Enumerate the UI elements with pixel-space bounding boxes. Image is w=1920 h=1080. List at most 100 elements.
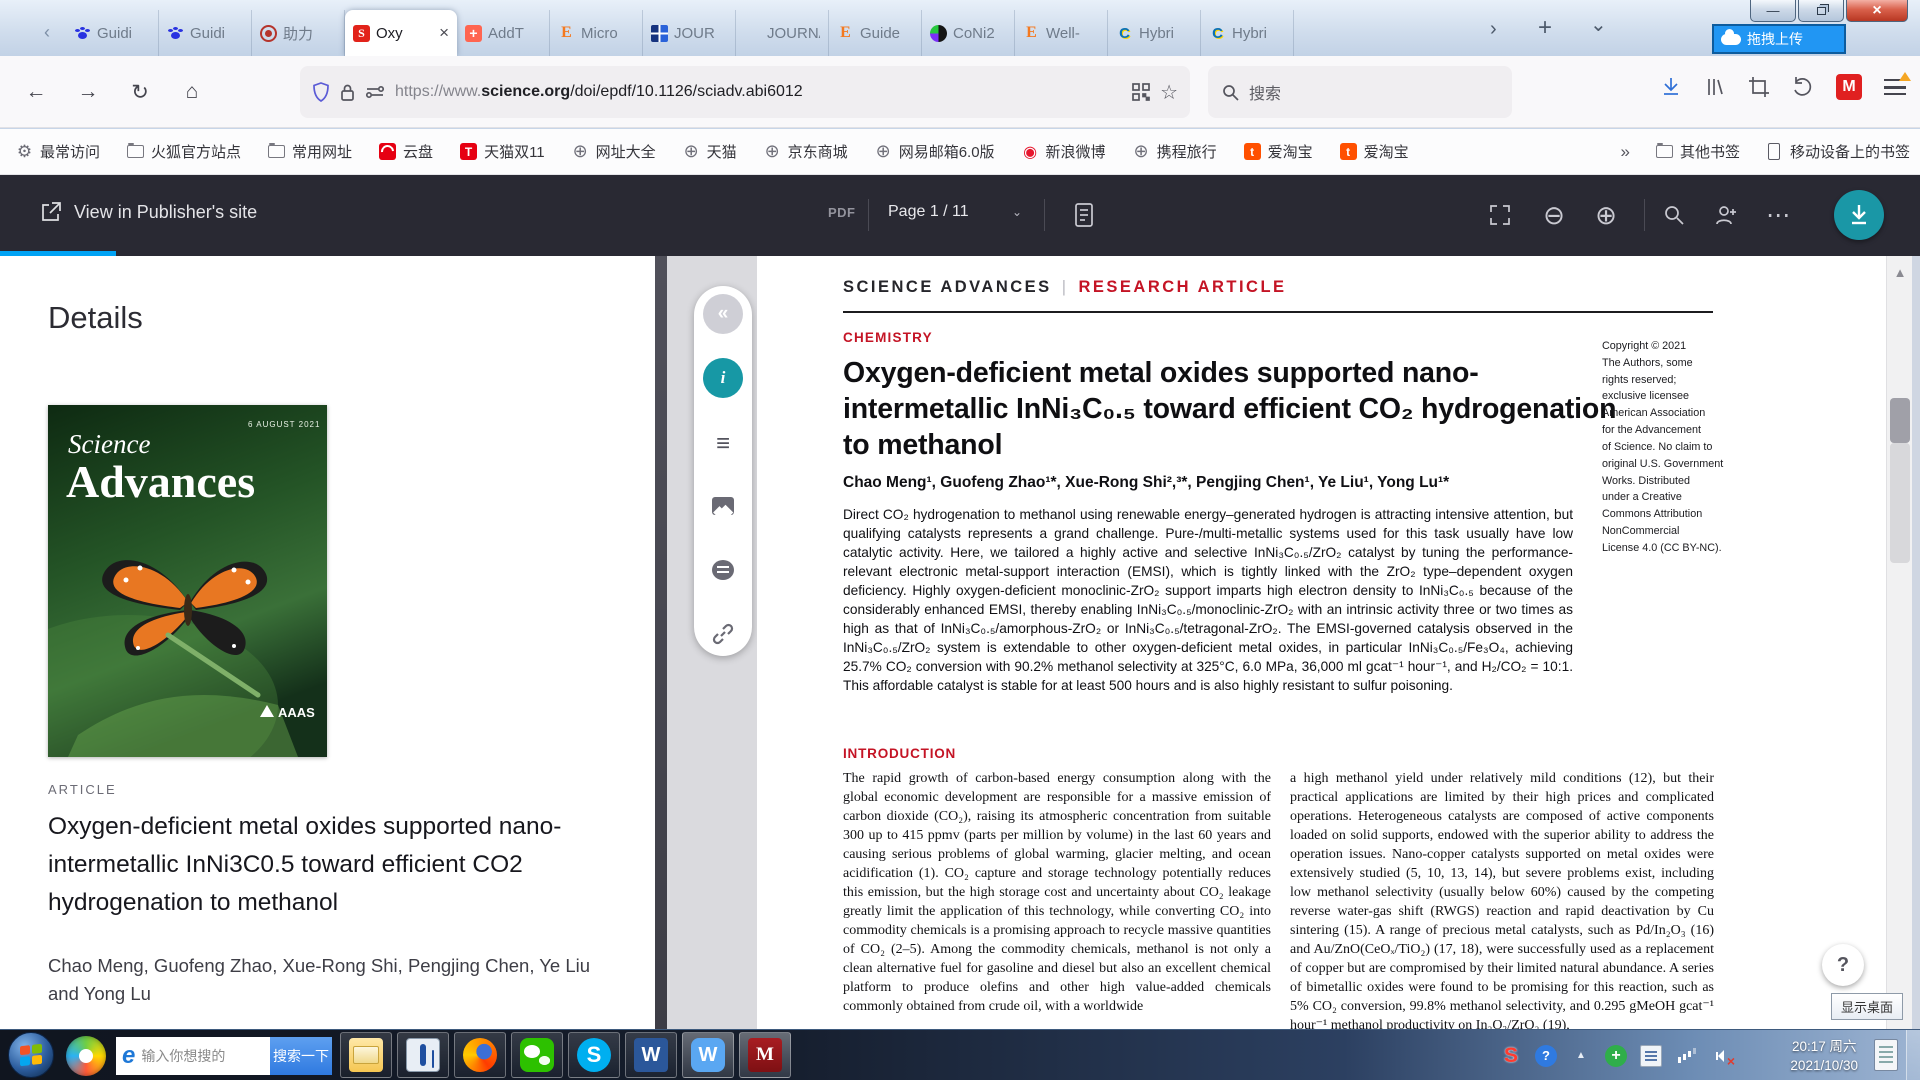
tray-icon[interactable] bbox=[1605, 1045, 1627, 1067]
help-button[interactable]: ? bbox=[1822, 944, 1864, 986]
zoom-in-icon[interactable]: ⊕ bbox=[1588, 197, 1624, 233]
new-tab-button[interactable]: + bbox=[1538, 14, 1552, 42]
taskbar-app-button[interactable] bbox=[454, 1032, 506, 1078]
drag-upload-badge[interactable]: 拖拽上传 bbox=[1712, 24, 1846, 54]
tray-icon[interactable] bbox=[1710, 1045, 1732, 1067]
bookmark-item[interactable]: 爱淘宝 bbox=[1244, 141, 1313, 162]
browser-tab[interactable]: Well- × bbox=[1015, 10, 1108, 56]
tray-icon[interactable] bbox=[1570, 1045, 1592, 1067]
bookmark-item[interactable]: 最常访问 bbox=[16, 141, 100, 162]
bookmark-item[interactable]: 常用网址 bbox=[268, 141, 352, 162]
taskbar-clock[interactable]: 20:17 周六 2021/10/30 bbox=[1790, 1038, 1858, 1076]
view-in-publisher-button[interactable]: View in Publisher's site bbox=[40, 201, 257, 223]
bookmark-item[interactable]: 天猫 bbox=[683, 141, 737, 162]
browser-tab[interactable]: 助力 × bbox=[252, 10, 345, 56]
tray-icon[interactable] bbox=[1675, 1045, 1697, 1067]
menu-hamburger-icon[interactable] bbox=[1884, 79, 1906, 95]
browser-tab[interactable]: JOUR × bbox=[643, 10, 736, 56]
figures-button[interactable] bbox=[703, 486, 743, 526]
forward-button[interactable]: → bbox=[70, 74, 106, 110]
taskbar-app-button[interactable] bbox=[568, 1032, 620, 1078]
page-indicator[interactable]: Page 1 / 11 bbox=[888, 203, 969, 221]
download-pdf-fab[interactable] bbox=[1834, 190, 1884, 240]
scroll-up-arrow-icon[interactable]: ▲ bbox=[1887, 260, 1913, 284]
scrollbar-thumb[interactable] bbox=[1890, 398, 1910, 443]
tracking-shield-icon[interactable] bbox=[312, 82, 330, 102]
bookmarks-overflow-icon[interactable]: » bbox=[1621, 142, 1630, 162]
tab-scroll-right-icon[interactable]: › bbox=[1490, 18, 1497, 41]
browser-tab[interactable]: Guidi × bbox=[159, 10, 252, 56]
other-bookmarks-folder[interactable]: 其他书签 bbox=[1656, 141, 1740, 162]
bookmark-item[interactable]: 天猫双11 bbox=[460, 141, 545, 162]
tab-scroll-left-icon[interactable]: ‹ bbox=[44, 22, 50, 43]
address-bar[interactable]: https://www.science.org/doi/epdf/10.1126… bbox=[300, 66, 1190, 118]
reload-button[interactable]: ↻ bbox=[122, 74, 158, 110]
comments-button[interactable] bbox=[703, 550, 743, 590]
bookmark-star-icon[interactable]: ☆ bbox=[1160, 80, 1178, 105]
back-button[interactable]: ← bbox=[18, 74, 54, 110]
bookmark-item[interactable]: 网址大全 bbox=[572, 141, 656, 162]
start-button[interactable] bbox=[8, 1032, 54, 1078]
zoom-out-icon[interactable]: ⊖ bbox=[1536, 197, 1572, 233]
library-icon[interactable] bbox=[1704, 76, 1726, 98]
undo-restore-icon[interactable] bbox=[1792, 76, 1814, 98]
mendeley-extension-icon[interactable]: M bbox=[1836, 74, 1862, 100]
url-value[interactable]: https://www.science.org/doi/epdf/10.1126… bbox=[395, 83, 1122, 101]
browser-tab[interactable]: JOURNAL × bbox=[736, 10, 829, 56]
home-button[interactable]: ⌂ bbox=[174, 74, 210, 110]
fullscreen-icon[interactable] bbox=[1482, 197, 1518, 233]
document-outline-icon[interactable] bbox=[1066, 197, 1102, 233]
link-button[interactable] bbox=[703, 614, 743, 654]
browser-tab[interactable]: Hybri × bbox=[1108, 10, 1201, 56]
taskbar-search-button[interactable]: 搜索一下 bbox=[270, 1037, 332, 1075]
bookmark-item[interactable]: 新浪微博 bbox=[1022, 141, 1106, 162]
bookmark-item[interactable]: 网易邮箱6.0版 bbox=[875, 141, 995, 162]
bookmark-item[interactable]: 火狐官方站点 bbox=[127, 141, 241, 162]
show-desktop-button[interactable] bbox=[1906, 1030, 1920, 1080]
taskbar-app-button[interactable] bbox=[625, 1032, 677, 1078]
lock-icon[interactable] bbox=[340, 83, 355, 102]
tray-icon[interactable] bbox=[1500, 1045, 1522, 1067]
screenshot-crop-icon[interactable] bbox=[1748, 76, 1770, 98]
browser-tab[interactable]: Micro × bbox=[550, 10, 643, 56]
browser-ball-icon[interactable] bbox=[66, 1036, 106, 1076]
downloads-icon[interactable] bbox=[1660, 76, 1682, 98]
notes-tray-icon[interactable] bbox=[1874, 1039, 1898, 1071]
tab-close-icon[interactable]: × bbox=[439, 23, 449, 43]
browser-tab[interactable]: CoNi2 × bbox=[922, 10, 1015, 56]
vertical-scrollbar[interactable]: ▲ bbox=[1886, 256, 1912, 1029]
minimize-button[interactable]: — bbox=[1750, 0, 1796, 22]
taskbar-app-button[interactable] bbox=[682, 1032, 734, 1078]
bookmark-item[interactable]: 携程旅行 bbox=[1133, 141, 1217, 162]
tray-icon[interactable] bbox=[1640, 1045, 1662, 1067]
outline-list-button[interactable]: ≡ bbox=[703, 424, 743, 464]
collapse-panel-button[interactable]: « bbox=[703, 294, 743, 334]
mobile-bookmarks[interactable]: 移动设备上的书签 bbox=[1766, 141, 1910, 162]
browser-tab[interactable]: AddT × bbox=[457, 10, 550, 56]
search-document-icon[interactable] bbox=[1656, 197, 1692, 233]
panel-divider[interactable] bbox=[655, 256, 667, 1029]
browser-tab[interactable]: Guide × bbox=[829, 10, 922, 56]
taskbar-search-box[interactable]: e 输入你想搜的 搜索一下 bbox=[116, 1037, 332, 1075]
taskbar-app-button[interactable] bbox=[739, 1032, 791, 1078]
bookmark-item[interactable]: 爱淘宝 bbox=[1340, 141, 1409, 162]
bookmark-item[interactable]: 云盘 bbox=[379, 141, 433, 162]
bookmark-item[interactable]: 京东商城 bbox=[764, 141, 848, 162]
share-person-icon[interactable] bbox=[1708, 197, 1744, 233]
restore-button[interactable] bbox=[1798, 0, 1844, 22]
tray-icon[interactable] bbox=[1535, 1045, 1557, 1067]
taskbar-app-button[interactable] bbox=[511, 1032, 563, 1078]
browser-tab[interactable]: Hybri × bbox=[1201, 10, 1294, 56]
taskbar-app-button[interactable] bbox=[397, 1032, 449, 1078]
browser-tab[interactable]: Guidi × bbox=[66, 10, 159, 56]
info-button[interactable]: i bbox=[703, 358, 743, 398]
browser-tab[interactable]: Oxy × bbox=[345, 10, 457, 56]
more-options-icon[interactable]: ⋯ bbox=[1760, 197, 1796, 233]
close-button[interactable]: × bbox=[1846, 0, 1908, 22]
tab-list-caret-icon[interactable]: ⌄ bbox=[1590, 12, 1607, 37]
search-bar[interactable]: 搜索 bbox=[1208, 66, 1512, 118]
qr-code-icon[interactable] bbox=[1132, 83, 1150, 101]
page-dropdown-caret-icon[interactable]: ⌄ bbox=[1012, 205, 1022, 219]
permissions-icon[interactable] bbox=[365, 85, 385, 99]
taskbar-app-button[interactable] bbox=[340, 1032, 392, 1078]
